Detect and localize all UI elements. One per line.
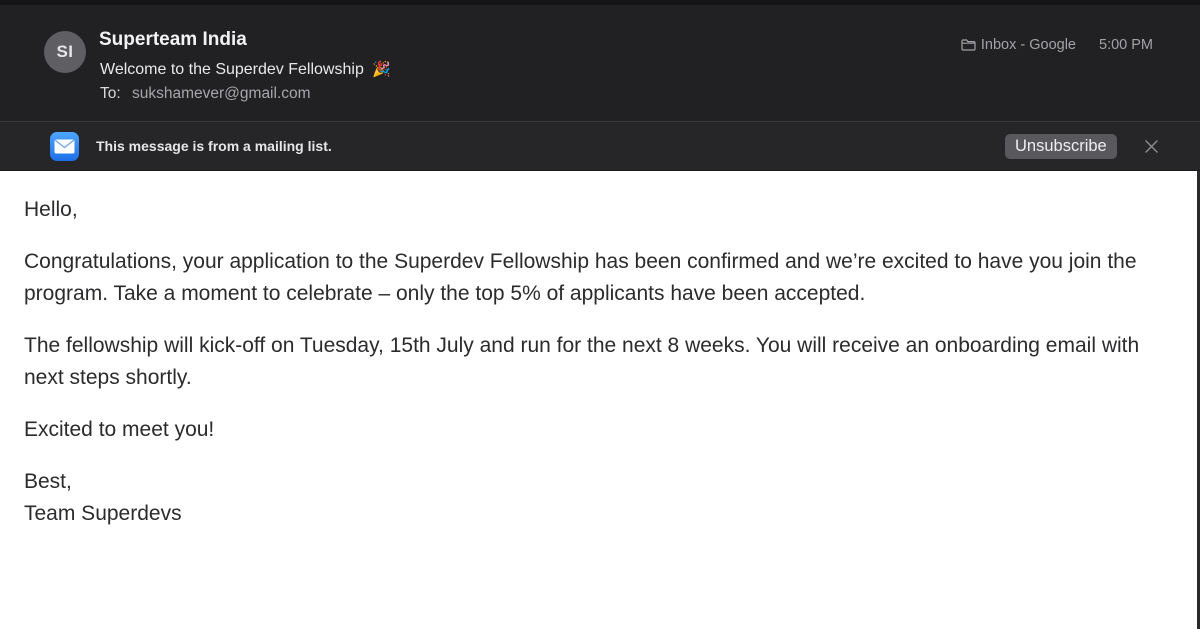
unsubscribe-button[interactable]: Unsubscribe: [1005, 134, 1117, 159]
recipient-address[interactable]: sukshamever@gmail.com: [132, 85, 311, 102]
avatar[interactable]: SI: [44, 31, 86, 73]
folder-icon: [961, 39, 976, 51]
mail-icon: [50, 132, 79, 161]
message-meta: Inbox - Google 5:00 PM: [961, 37, 1153, 53]
signature: Team Superdevs: [24, 502, 182, 525]
to-label: To:: [100, 85, 121, 102]
body-paragraph: Congratulations, your application to the…: [24, 250, 1137, 305]
signoff: Best,: [24, 470, 72, 493]
body-paragraph: Excited to meet you!: [24, 418, 215, 441]
message-header: SI Superteam India Welcome to the Superd…: [0, 0, 1200, 121]
body-paragraph: The fellowship will kick-off on Tuesday,…: [24, 334, 1140, 389]
close-icon[interactable]: [1143, 138, 1160, 155]
subject-text: Welcome to the Superdev Fellowship: [100, 61, 364, 78]
sender-name[interactable]: Superteam India: [99, 29, 247, 51]
mailbox-name[interactable]: Inbox - Google: [981, 37, 1076, 53]
greeting: Hello,: [24, 198, 78, 221]
message-body: Hello, Congratulations, your application…: [24, 194, 1174, 530]
party-popper-icon: 🎉: [372, 61, 391, 78]
mailing-list-notice: This message is from a mailing list.: [96, 138, 332, 154]
recipient-row: To: sukshamever@gmail.com: [100, 85, 311, 103]
subject-line: Welcome to the Superdev Fellowship 🎉: [100, 60, 391, 79]
mailing-list-banner: This message is from a mailing list. Uns…: [0, 121, 1200, 171]
message-time: 5:00 PM: [1099, 37, 1153, 53]
